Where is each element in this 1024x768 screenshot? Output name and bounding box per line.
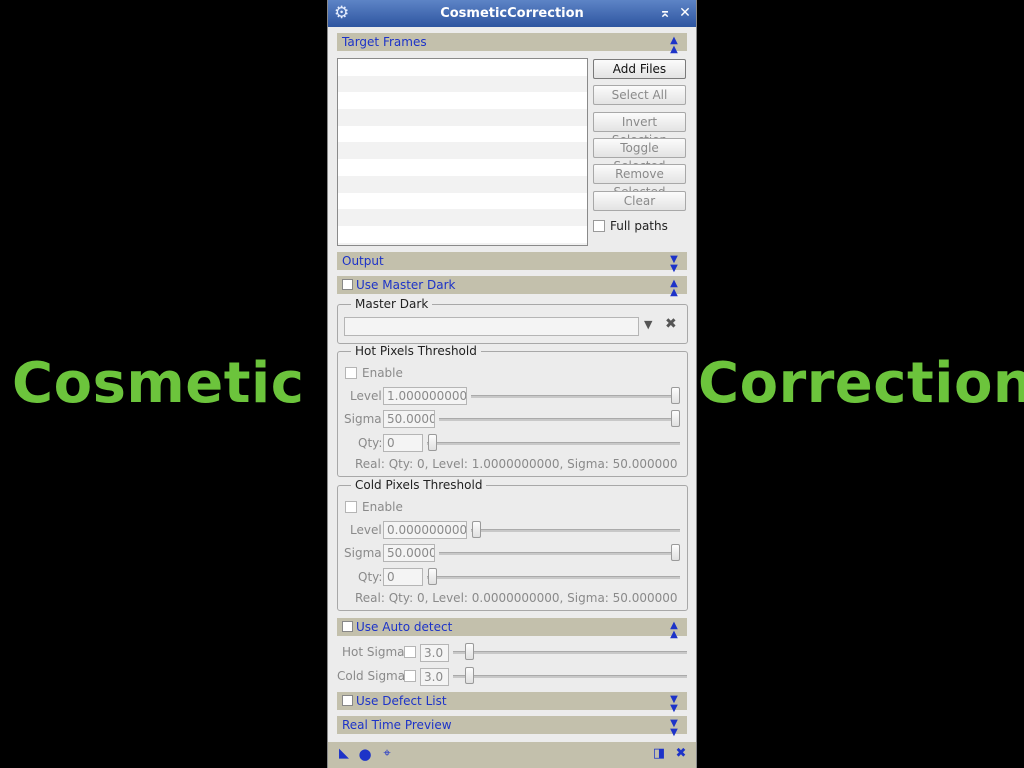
cosmetic-correction-window: ⚙ CosmeticCorrection ⌅ ✕ Target Frames ▲… [327,0,697,768]
section-use-master-dark[interactable]: Use Master Dark ▲ ▲ [337,276,687,298]
cold-level-label: Level: [350,523,386,537]
group-title: Cold Pixels Threshold [351,478,487,492]
cold-qty-field[interactable]: 0 [383,568,423,586]
cold-sigma-auto-checkbox[interactable] [404,670,416,682]
collapse-section-icon[interactable]: ▲ ▲ [669,621,679,640]
clear-button[interactable]: Clear [593,191,686,211]
group-title: Hot Pixels Threshold [351,344,481,358]
hot-qty-label: Qty: [358,436,383,450]
section-use-auto-detect[interactable]: Use Auto detect ▲ ▲ [337,618,687,640]
title-bar[interactable]: ⚙ CosmeticCorrection ⌅ ✕ [328,0,696,27]
apply-icon[interactable]: ⌖ [379,746,395,762]
cold-level-field[interactable]: 0.0000000000 [383,521,467,539]
cold-sigma-auto-field[interactable]: 3.0 [420,668,449,686]
section-real-time-preview[interactable]: Real Time Preview ▼ ▼ [337,716,687,738]
target-frames-list[interactable] [337,58,588,246]
hot-sigma-auto-slider[interactable] [453,651,687,654]
hot-enable-label: Enable [362,366,403,380]
remove-selected-button[interactable]: Remove Selected [593,164,686,199]
cold-qty-slider-handle[interactable] [428,568,437,585]
cold-real-values: Real: Qty: 0, Level: 0.0000000000, Sigma… [355,591,678,605]
section-label: Real Time Preview [342,718,452,732]
use-master-dark-checkbox[interactable] [342,279,353,290]
collapse-section-icon[interactable]: ▲ ▲ [669,36,679,55]
section-target-frames[interactable]: Target Frames ▲ ▲ [337,33,687,55]
hot-sigma-auto-checkbox[interactable] [404,646,416,658]
hot-sigma-auto-label: Hot Sigma: [342,645,409,659]
hot-qty-slider[interactable] [427,442,680,445]
toggle-selected-button[interactable]: Toggle Selected [593,138,686,173]
caption-right: Correction [698,351,1024,416]
cold-sigma-auto-slider[interactable] [453,675,687,678]
hot-sigma-field[interactable]: 50.0000 [383,410,435,428]
hot-level-label: Level: [350,389,386,403]
expand-section-icon[interactable]: ▼ ▼ [669,255,679,274]
cold-sigma-auto-label: Cold Sigma: [337,669,410,683]
hot-real-values: Real: Qty: 0, Level: 1.0000000000, Sigma… [355,457,678,471]
section-label: Use Master Dark [356,278,456,292]
edit-instance-icon[interactable]: ◨ [651,746,667,762]
cold-sigma-slider[interactable] [439,552,680,555]
cold-level-slider[interactable] [471,529,680,532]
cold-enable-label: Enable [362,500,403,514]
group-title: Master Dark [351,297,433,311]
clear-icon[interactable]: ✖ [665,316,677,332]
full-paths-label: Full paths [610,219,668,233]
cold-level-slider-handle[interactable] [472,521,481,538]
expand-section-icon[interactable]: ▼ ▼ [669,695,679,714]
execute-global-icon[interactable]: ● [357,746,373,762]
section-label: Target Frames [342,35,427,49]
section-label: Use Auto detect [356,620,453,634]
use-auto-detect-checkbox[interactable] [342,621,353,632]
collapse-icon[interactable]: ⌅ [657,5,673,21]
hot-level-field[interactable]: 1.0000000000 [383,387,467,405]
cold-enable-checkbox[interactable] [345,501,357,513]
hot-sigma-auto-field[interactable]: 3.0 [420,644,449,662]
add-files-button[interactable]: Add Files [593,59,686,79]
hot-enable-checkbox[interactable] [345,367,357,379]
hot-sigma-auto-slider-handle[interactable] [465,643,474,660]
cold-sigma-label: Sigma: [344,546,386,560]
caption-left: Cosmetic [12,351,305,416]
new-instance-icon[interactable]: ◣ [336,746,352,762]
section-use-defect-list[interactable]: Use Defect List ▼ ▼ [337,692,687,714]
section-label: Use Defect List [356,694,447,708]
expand-section-icon[interactable]: ▼ ▼ [669,719,679,738]
hot-qty-field[interactable]: 0 [383,434,423,452]
chevron-down-icon[interactable]: ▼ [644,318,652,331]
cold-sigma-field[interactable]: 50.0000 [383,544,435,562]
reset-icon[interactable]: ✖ [673,746,689,762]
hot-sigma-slider[interactable] [439,418,680,421]
invert-selection-button[interactable]: Invert Selection [593,112,686,147]
select-all-button[interactable]: Select All [593,85,686,105]
close-icon[interactable]: ✕ [677,5,693,21]
hot-level-slider[interactable] [471,395,680,398]
collapse-section-icon[interactable]: ▲ ▲ [669,279,679,298]
cold-qty-label: Qty: [358,570,383,584]
use-defect-list-checkbox[interactable] [342,695,353,706]
full-paths-checkbox[interactable] [593,220,605,232]
window-title: CosmeticCorrection [440,6,584,21]
section-label: Output [342,254,384,268]
hot-sigma-label: Sigma: [344,412,386,426]
master-dark-path-field[interactable] [344,317,639,336]
section-output[interactable]: Output ▼ ▼ [337,252,687,274]
hot-sigma-slider-handle[interactable] [671,410,680,427]
cold-sigma-auto-slider-handle[interactable] [465,667,474,684]
cold-sigma-slider-handle[interactable] [671,544,680,561]
bottom-toolbar: ◣ ● ⌖ ◨ ✖ [328,742,696,768]
hot-level-slider-handle[interactable] [671,387,680,404]
hot-qty-slider-handle[interactable] [428,434,437,451]
cold-qty-slider[interactable] [427,576,680,579]
